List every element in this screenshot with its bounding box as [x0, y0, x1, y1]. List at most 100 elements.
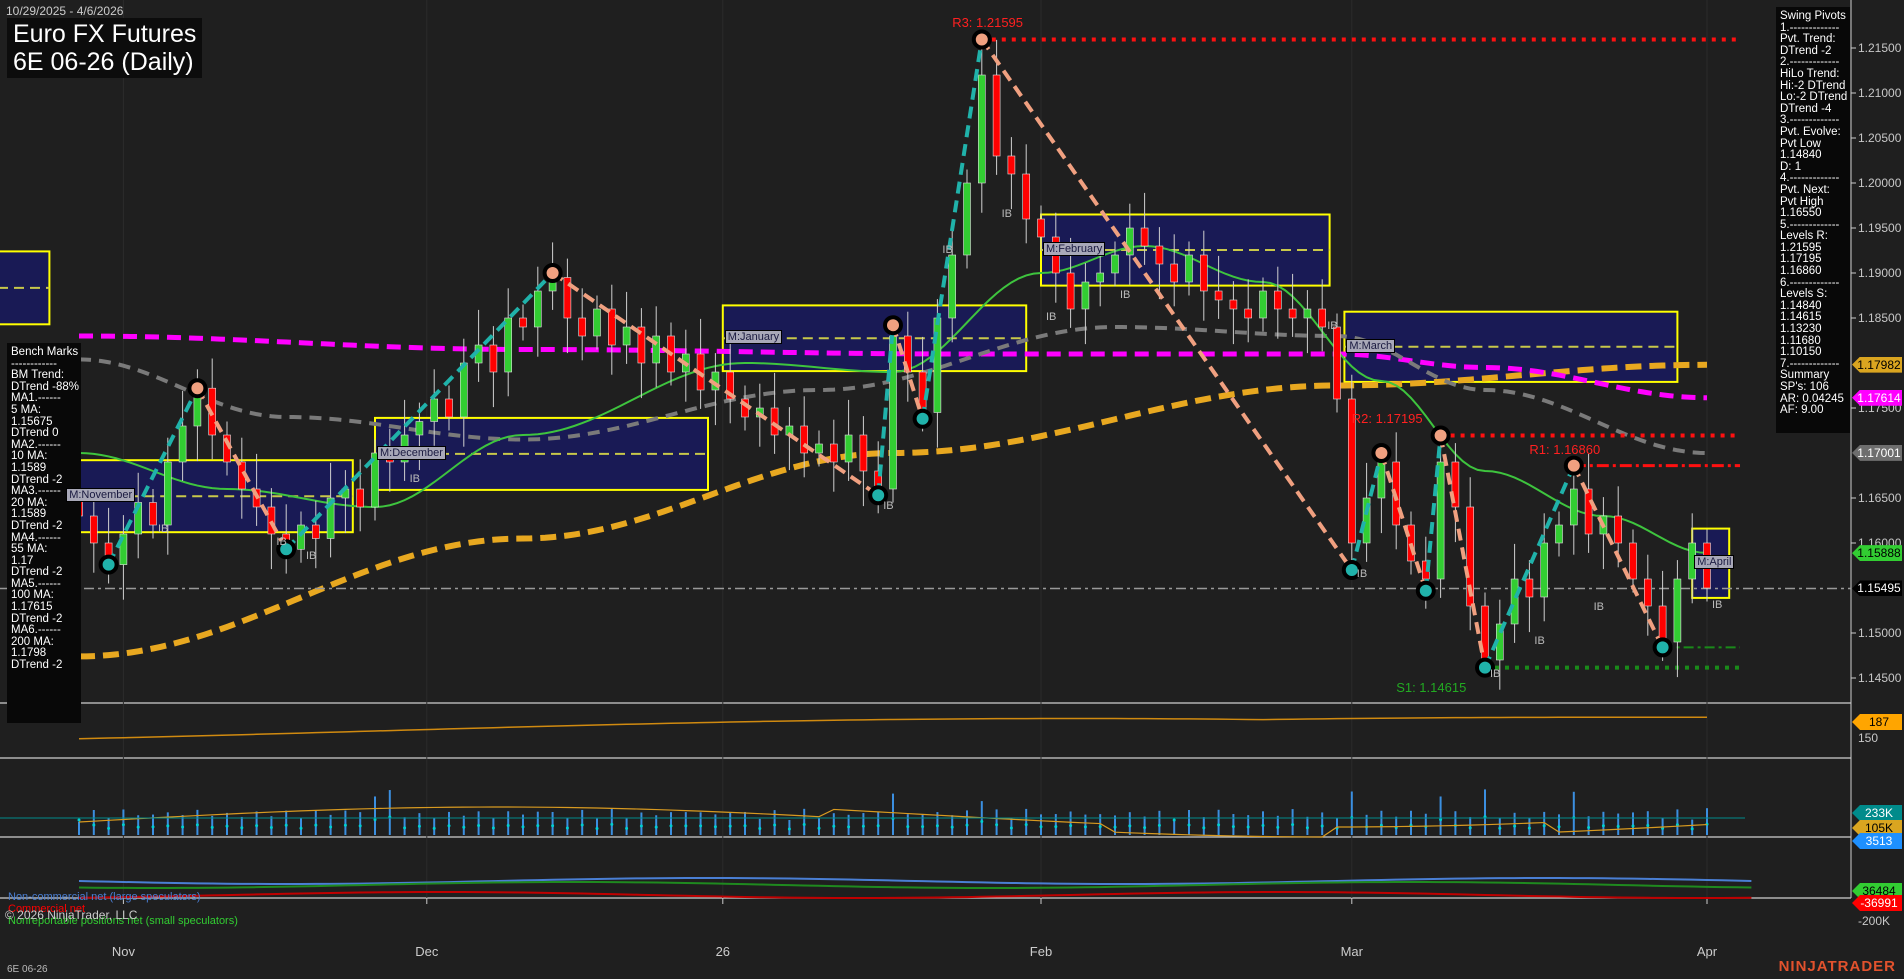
volume-dot [1054, 825, 1058, 829]
volume-dot [610, 822, 614, 826]
volume-dot [995, 823, 999, 827]
volume-dot [1320, 824, 1324, 828]
volume-dot [536, 824, 540, 828]
candle-body [1081, 281, 1090, 310]
volume-dot [787, 827, 791, 831]
inside-bar-label: IB [1327, 320, 1338, 332]
swing-high-marker [1563, 455, 1584, 476]
candle-body [164, 461, 172, 526]
volume-dot [743, 824, 747, 828]
candle-body [607, 308, 616, 346]
candle-body [1140, 227, 1149, 247]
volume-dot [1261, 824, 1265, 828]
oscillator-line [78, 716, 1708, 740]
volume-dot [1231, 825, 1235, 829]
price-axis-label: 1.16500 [1858, 491, 1902, 505]
candle-body [800, 425, 809, 454]
price-badge: 1.17982 [1852, 356, 1902, 373]
price-axis-label: 1.21500 [1858, 41, 1902, 55]
price-chart[interactable] [0, 0, 1904, 979]
cot-line [78, 890, 1752, 899]
volume-dot [580, 823, 584, 827]
x-axis-label: Dec [415, 944, 439, 959]
volume-dot [639, 824, 643, 828]
inside-bar-label: IB [276, 536, 287, 548]
price-axis-label: 1.20500 [1858, 131, 1902, 145]
oscillator-axis-label: 150 [1858, 731, 1879, 745]
volume-dot [1690, 827, 1694, 831]
month-label: M:March [1346, 338, 1396, 353]
x-axis-label: Feb [1029, 944, 1053, 959]
volume-dot [255, 824, 259, 828]
volume-dot [1187, 823, 1191, 827]
candle-body [1407, 524, 1415, 562]
candle-body [1540, 542, 1548, 598]
volume-dot [1305, 826, 1309, 830]
price-axis-label: 1.21000 [1858, 86, 1902, 100]
swing-low-marker [1652, 637, 1673, 658]
volume-dot [521, 825, 525, 829]
volume-dot [1527, 826, 1531, 830]
candle-body [311, 524, 320, 539]
x-axis-label: 26 [715, 944, 731, 959]
volume-dot [329, 825, 333, 829]
inside-bar-label: IB [409, 473, 420, 485]
volume-dot [1601, 824, 1605, 828]
candle-body [1658, 605, 1667, 643]
candle-body [1007, 155, 1016, 175]
volume-dot [225, 824, 229, 828]
volume-dot [210, 825, 214, 829]
volume-dot [906, 825, 910, 829]
candle-body [1570, 488, 1578, 526]
volume-dot [1276, 825, 1280, 829]
chart-title: Euro FX Futures 6E 06-26 (Daily) [7, 18, 203, 78]
swing-high-marker [1430, 425, 1451, 446]
volume-dot [980, 819, 984, 823]
volume-dot [107, 826, 111, 830]
candle-body [533, 290, 542, 328]
volume-dot [1616, 824, 1620, 828]
volume-dot [1291, 823, 1295, 827]
candle-body [1555, 524, 1563, 544]
pivot-level-label: R2: 1.17195 [1351, 411, 1423, 427]
candle-body [1318, 308, 1326, 328]
swing-low-marker [912, 408, 933, 429]
candle-body [1644, 578, 1652, 607]
candle-body [178, 425, 187, 463]
pivot-level-label: S1: 1.14615 [1396, 679, 1467, 695]
volume-dot [269, 825, 273, 829]
volume-dot [299, 826, 303, 830]
candle-body [829, 443, 838, 463]
volume-dot [847, 825, 851, 829]
inside-bar-label: IB [1593, 600, 1604, 613]
candle-body [622, 326, 631, 346]
volume-dot [1587, 826, 1591, 830]
volume-dot [284, 823, 288, 827]
volume-dot [373, 818, 377, 822]
volume-dot [314, 823, 318, 827]
inside-bar-label: IB [1120, 288, 1131, 301]
volume-dot [876, 824, 880, 828]
volume-dot [1083, 825, 1087, 829]
candle-body [356, 488, 365, 508]
volume-dot [565, 826, 569, 830]
volume-dot [551, 824, 555, 828]
pivot-level-label: R1: 1.16860 [1529, 441, 1601, 457]
candle-body [1200, 254, 1208, 292]
instrument-name: Euro FX Futures [13, 20, 197, 48]
volume-dot [491, 826, 495, 830]
x-axis-label: Apr [1696, 944, 1718, 959]
volume-dot [1542, 824, 1546, 828]
candle-body [1525, 578, 1534, 598]
swing-high-marker [883, 315, 903, 336]
volume-dot [861, 824, 865, 828]
cot-axis-label: -200K [1858, 914, 1891, 928]
volume-dot [802, 823, 806, 827]
volume-dot [195, 823, 199, 827]
cot-badge: -36991 [1852, 895, 1902, 911]
candle-body [1288, 308, 1297, 319]
candle-body [504, 317, 513, 373]
inside-bar-label: IB [1356, 567, 1368, 580]
volume-dot [462, 825, 466, 829]
volume-dot [151, 825, 155, 829]
